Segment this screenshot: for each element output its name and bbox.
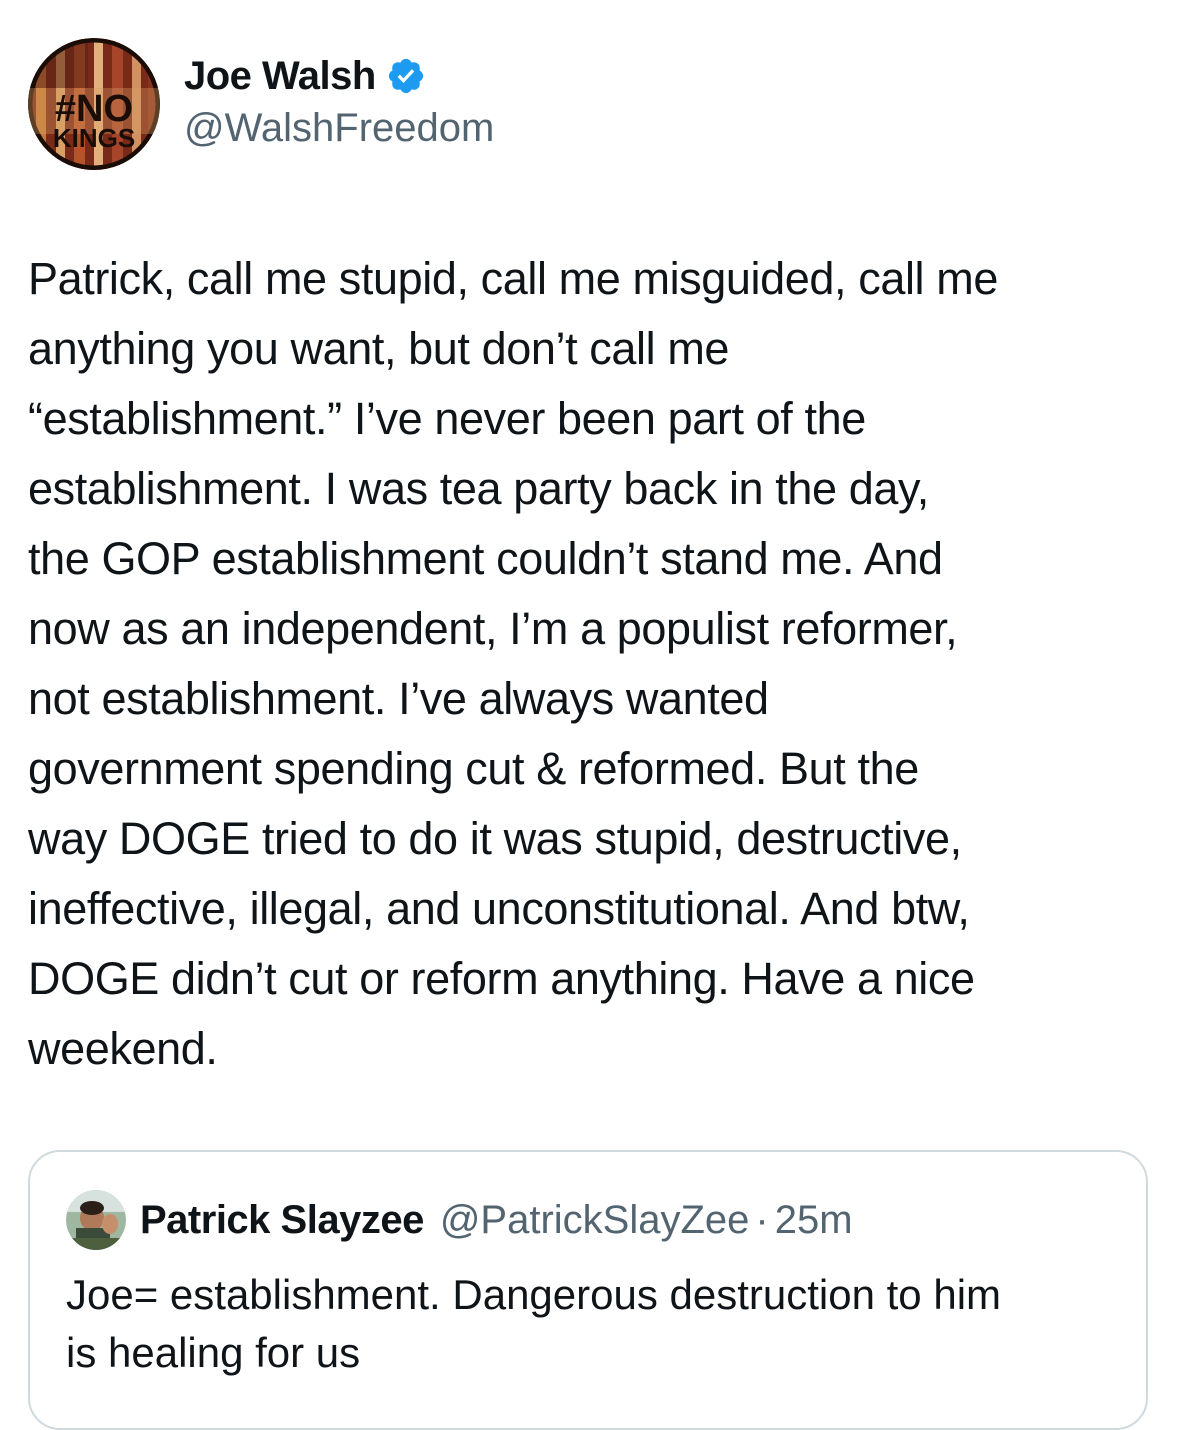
verified-badge-icon[interactable] <box>386 56 426 96</box>
quoted-timestamp[interactable]: 25m <box>775 1198 853 1243</box>
quoted-tweet-text: Joe= establishment. Dangerous destructio… <box>66 1271 1002 1376</box>
no-kings-avatar-image: #NO KINGS <box>28 38 160 170</box>
quoted-avatar-image <box>66 1190 126 1250</box>
tweet-header: #NO KINGS Joe Walsh @WalshFreedom <box>28 38 494 170</box>
author-handle[interactable]: @WalshFreedom <box>184 106 494 151</box>
quoted-tweet-card[interactable]: Patrick Slayzee @PatrickSlayZee · 25m Jo… <box>28 1150 1148 1430</box>
author-name-row: Joe Walsh <box>184 52 494 100</box>
quoted-author-display-name: Patrick Slayzee <box>140 1197 424 1242</box>
author-avatar[interactable]: #NO KINGS <box>28 38 160 170</box>
author-info: Joe Walsh @WalshFreedom <box>184 38 494 151</box>
quoted-tweet-header: Patrick Slayzee @PatrickSlayZee · 25m <box>66 1190 853 1250</box>
quoted-separator-dot: · <box>755 1197 769 1242</box>
author-display-name[interactable]: Joe Walsh <box>184 54 376 99</box>
quoted-author-handle: @PatrickSlayZee <box>439 1197 750 1242</box>
avatar-kings-text: KINGS <box>53 123 135 153</box>
tweet-body-text: Patrick, call me stupid, call me misguid… <box>28 253 998 1074</box>
quoted-author-avatar <box>66 1190 126 1250</box>
